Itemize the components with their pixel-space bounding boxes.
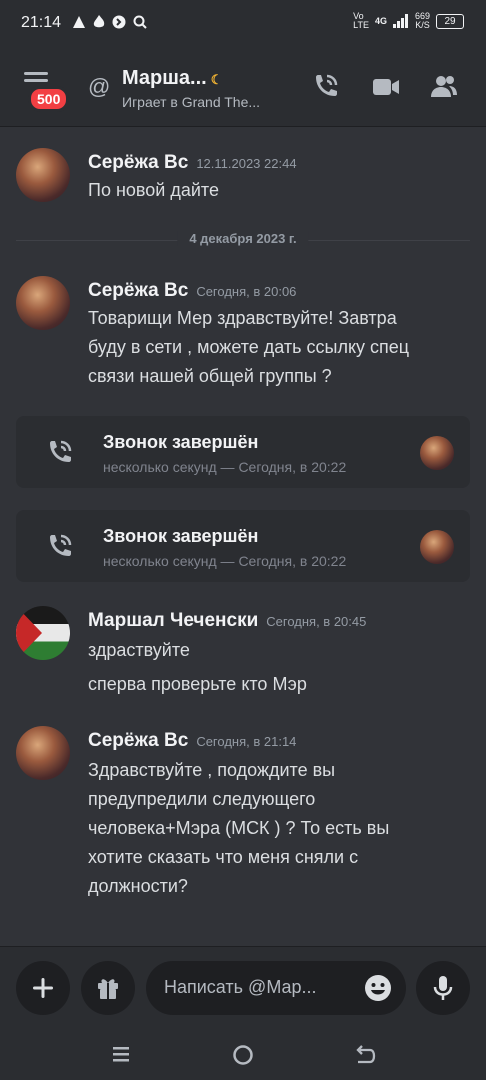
message-author[interactable]: Серёжа Вс Сегодня, в 20:06 (88, 280, 296, 302)
message-timestamp: Сегодня, в 21:14 (196, 734, 297, 749)
avatar[interactable] (16, 606, 70, 660)
status-time: 21:14 (21, 14, 62, 31)
message-author[interactable]: Маршал Чеченски Сегодня, в 20:45 (88, 610, 366, 632)
add-attachment-button[interactable] (16, 961, 70, 1015)
voice-message-button[interactable] (416, 961, 470, 1015)
message-line: хотите сказать что меня сняли с (88, 847, 359, 867)
author-name: Серёжа Вс (88, 730, 189, 751)
call-title: Звонок завершён (103, 526, 259, 546)
channel-title[interactable]: Марша... ☾ (122, 67, 222, 90)
signal-icon (392, 14, 408, 28)
message-line: По новой дайте (88, 180, 219, 200)
back-nav-icon[interactable] (354, 1044, 376, 1066)
call-ended-card[interactable]: Звонок завершён несколько секунд — Сегод… (16, 510, 470, 582)
call-subtitle: несколько секунд — Сегодня, в 20:22 (103, 459, 347, 475)
video-call-icon[interactable] (371, 72, 401, 102)
plus-icon (33, 978, 53, 998)
call-title: Звонок завершён (103, 432, 259, 452)
avatar[interactable] (16, 726, 70, 780)
message-line: человека+Мэра (МСК ) ? То есть вы (88, 818, 390, 838)
speed-unit: K/S (415, 20, 430, 30)
microphone-icon (433, 976, 453, 1000)
network-4g-label: 4G (374, 16, 387, 26)
battery-icon: 29 (436, 13, 464, 29)
message-timestamp: Сегодня, в 20:06 (196, 284, 297, 299)
home-icon[interactable] (232, 1044, 254, 1066)
message-timestamp: 12.11.2023 22:44 (196, 156, 297, 171)
status-icons (72, 15, 147, 29)
voice-call-icon[interactable] (310, 72, 340, 102)
flag-avatar-icon (16, 606, 42, 660)
message-line: связи нашей общей группы ? (88, 366, 332, 386)
author-name: Серёжа Вс (88, 280, 189, 301)
call-ended-icon (50, 440, 72, 462)
message-list[interactable]: Серёжа Вс 12.11.2023 22:44 По новой дайте… (0, 126, 486, 946)
message-text: Здравствуйте , подождите вы предупредили… (88, 756, 466, 901)
message-line: Здравствуйте , подождите вы (88, 760, 336, 780)
back-button[interactable]: 500 (22, 70, 70, 112)
message-text: Товарищи Мер здравствуйте! Завтра буду в… (88, 304, 466, 391)
message-line: сперва проверьте кто Мэр (88, 674, 307, 694)
message-composer: Написать @Мар... (0, 946, 486, 1031)
message-timestamp: Сегодня, в 20:45 (266, 614, 367, 629)
battery-level: 29 (444, 15, 456, 27)
message-author[interactable]: Серёжа Вс 12.11.2023 22:44 (88, 152, 297, 174)
call-subtitle: несколько секунд — Сегодня, в 20:22 (103, 553, 347, 569)
message-input[interactable]: Написать @Мар... (146, 961, 406, 1015)
call-ended-icon (50, 534, 72, 556)
unread-badge: 500 (28, 86, 70, 112)
avatar[interactable] (16, 148, 70, 202)
message-text: По новой дайте (88, 176, 466, 205)
idle-moon-icon: ☾ (210, 72, 223, 87)
status-bar: 21:14 Vo LTE 4G 669 K/S 29 (0, 0, 486, 48)
gift-icon (98, 979, 118, 999)
emoji-icon[interactable] (364, 974, 392, 1002)
net-speed: 669 K/S (415, 12, 430, 30)
shazam-icon (112, 15, 126, 29)
message-line: предупредили следующего (88, 789, 316, 809)
chat-header: 500 @ Марша... ☾ Играет в Grand The... (0, 48, 486, 127)
status-right: Vo LTE 4G 669 K/S 29 (353, 12, 464, 30)
recent-apps-icon[interactable] (111, 1044, 131, 1064)
author-name: Серёжа Вс (88, 152, 189, 173)
call-participant-avatar[interactable] (420, 436, 454, 470)
date-divider-label: 4 декабря 2023 г. (177, 231, 309, 246)
message-line: буду в сети , можете дать ссылку спец (88, 337, 410, 357)
message-text: здраствуйте (88, 636, 466, 665)
message-author[interactable]: Серёжа Вс Сегодня, в 21:14 (88, 730, 296, 752)
system-nav-bar (0, 1030, 486, 1080)
call-participant-avatar[interactable] (420, 530, 454, 564)
search-icon (133, 15, 147, 29)
channel-title-text: Марша... (122, 67, 207, 89)
message-line: здраствуйте (88, 640, 190, 660)
avatar[interactable] (16, 276, 70, 330)
warning-icon (73, 16, 85, 28)
message-line: Товарищи Мер здравствуйте! Завтра (88, 308, 397, 328)
fire-icon (93, 15, 105, 28)
call-ended-card[interactable]: Звонок завершён несколько секунд — Сегод… (16, 416, 470, 488)
date-divider: 4 декабря 2023 г. (16, 231, 470, 246)
lte-label: LTE (353, 20, 369, 30)
message-input-placeholder: Написать @Мар... (164, 977, 317, 997)
message-line: должности? (88, 876, 188, 896)
gift-button[interactable] (81, 961, 135, 1015)
at-icon: @ (88, 74, 111, 99)
channel-subtitle: Играет в Grand The... (122, 94, 261, 110)
members-icon[interactable] (429, 72, 459, 102)
author-name: Маршал Чеченски (88, 610, 259, 631)
volte-indicator: Vo LTE (353, 12, 369, 30)
message-text: сперва проверьте кто Мэр (88, 670, 466, 699)
